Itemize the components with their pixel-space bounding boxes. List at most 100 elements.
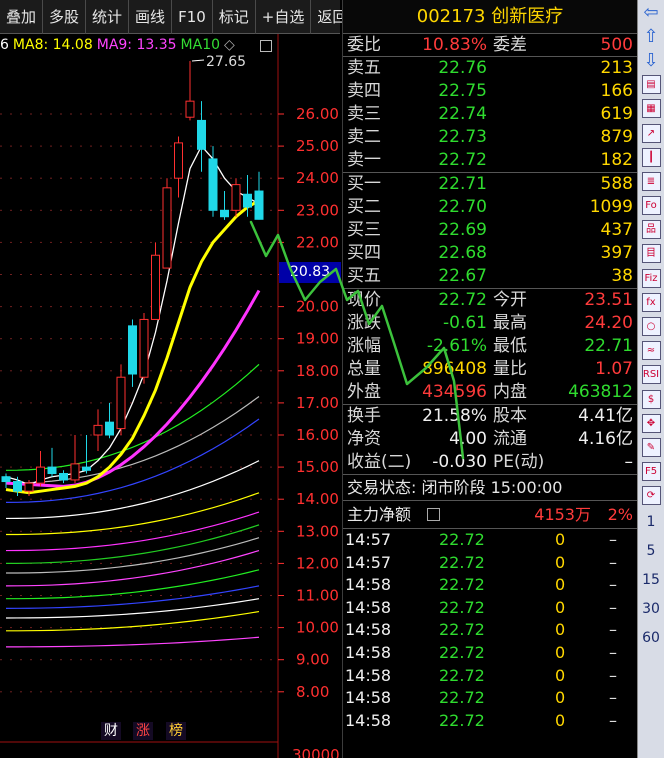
move-icon[interactable]: ✥ xyxy=(638,411,664,435)
tick-list[interactable]: 14:57 22.72 0–14:57 22.72 0–14:58 22.72 0–14:5… xyxy=(343,529,637,732)
tick-direction: – xyxy=(609,597,617,617)
bids-row[interactable]: 买二 22.70 1099 xyxy=(343,196,637,219)
asks-price: 22.75 xyxy=(438,81,487,101)
price-axis-label: 15.00 xyxy=(296,458,339,476)
fundamental-value: 21.58% xyxy=(422,406,487,426)
toolbar-button-3[interactable]: 画线 xyxy=(129,0,173,34)
rsi-icon-glyph: RSI xyxy=(641,365,661,385)
committee-diff-value: 500 xyxy=(600,35,633,55)
candle xyxy=(231,184,241,211)
ma-line-slow xyxy=(5,524,260,564)
tick-direction: – xyxy=(609,665,617,685)
ma-legend: 6 MA8: 14.08 MA9: 13.35 MA10 ◇ xyxy=(0,37,278,57)
main-capital-row[interactable]: 主力净额 4153万 2% xyxy=(343,501,637,529)
asks-row[interactable]: 卖二 22.73 879 xyxy=(343,126,637,149)
calendar-icon[interactable]: 目 xyxy=(638,242,664,266)
stat-label: 现价 xyxy=(347,290,381,310)
bids-row[interactable]: 买四 22.68 397 xyxy=(343,242,637,265)
toolbar-button-4[interactable]: F10 xyxy=(172,0,213,34)
f10-icon[interactable]: Fo xyxy=(638,194,664,218)
ma-legend-item-2: MA9: 13.35 xyxy=(96,37,177,53)
fundamental-label: 换手 xyxy=(347,406,381,426)
asks-volume: 213 xyxy=(600,58,633,78)
candle xyxy=(47,466,57,475)
toolbar-button-0[interactable]: 叠加 xyxy=(0,0,44,34)
arrow-down-icon[interactable]: ⇩ xyxy=(638,48,664,72)
tick-time: 14:58 xyxy=(345,620,392,640)
tick-volume: 0 xyxy=(555,530,566,549)
bids-row[interactable]: 买一 22.71 588 xyxy=(343,173,637,196)
event-badge-2[interactable]: 榜 xyxy=(166,722,186,740)
candle xyxy=(197,119,206,150)
candlestick-icon[interactable]: ┃ xyxy=(638,145,664,169)
line-chart-icon[interactable]: ↗ xyxy=(638,121,664,145)
arrow-left-icon[interactable]: ⇦ xyxy=(638,0,664,24)
fundamental-row: 净资 4.00 流通 4.16亿 xyxy=(343,428,637,451)
tick-row: 14:58 22.72 0 – xyxy=(343,642,637,665)
stock-title[interactable]: 002173 创新医疗 xyxy=(343,0,637,34)
price-stats: 现价 22.72 今开 23.51 涨跌 -0.61 最高 24.20 涨幅 -2.61% 最低 22… xyxy=(343,289,637,405)
report-icon[interactable]: ▤ xyxy=(638,73,664,97)
tick-direction: – xyxy=(609,575,617,595)
fiz-icon[interactable]: Fiz xyxy=(638,266,664,290)
grid-icon[interactable]: ▦ xyxy=(638,97,664,121)
pencil-icon[interactable]: ✎ xyxy=(638,435,664,459)
candle xyxy=(185,100,195,118)
asks-row[interactable]: 卖一 22.72 182 xyxy=(343,149,637,172)
ma-line-0 xyxy=(5,144,260,486)
candle xyxy=(243,193,252,208)
toolbar-button-1[interactable]: 多股 xyxy=(43,0,87,34)
kline-chart[interactable]: 26.0025.0024.0023.0022.0021.0020.0019.00… xyxy=(0,34,342,758)
period-button-5[interactable]: 5 xyxy=(638,537,664,566)
event-badge-1[interactable]: 涨 xyxy=(133,722,153,740)
toolbar-button-2[interactable]: 统计 xyxy=(86,0,130,34)
tree-icon[interactable]: 品 xyxy=(638,218,664,242)
candle xyxy=(13,481,22,492)
asks-row[interactable]: 卖五 22.76 213 xyxy=(343,57,637,80)
fundamental-label: 股本 xyxy=(493,406,527,426)
bids-row[interactable]: 买五 22.67 38 xyxy=(343,265,637,288)
period-button-15[interactable]: 15 xyxy=(638,566,664,595)
toolbar-button-6[interactable]: +自选 xyxy=(256,0,312,34)
candle xyxy=(139,318,149,378)
bids-row[interactable]: 买三 22.69 437 xyxy=(343,219,637,242)
tick-direction: – xyxy=(609,688,617,708)
legend-toggle-icon[interactable]: ◇ xyxy=(224,37,235,53)
arrow-up-icon[interactable]: ⇧ xyxy=(638,24,664,48)
bids-price: 22.67 xyxy=(438,266,487,286)
stat-value: -0.61 xyxy=(443,313,487,333)
period-button-1[interactable]: 1 xyxy=(638,508,664,537)
fundamental-value: – xyxy=(624,452,634,472)
circle-icon[interactable]: ○ xyxy=(638,314,664,338)
tick-price: 22.72 xyxy=(439,688,485,708)
list-icon[interactable]: ≣ xyxy=(638,169,664,193)
asks-row[interactable]: 卖四 22.75 166 xyxy=(343,80,637,103)
money-icon[interactable]: $ xyxy=(638,387,664,411)
price-axis-label: 19.00 xyxy=(296,330,339,348)
period-button-30[interactable]: 30 xyxy=(638,595,664,624)
toolbar-button-5[interactable]: 标记 xyxy=(213,0,256,34)
formula-icon[interactable]: fx xyxy=(638,290,664,314)
asks-row[interactable]: 卖三 22.74 619 xyxy=(343,103,637,126)
refresh-icon[interactable]: ⟳ xyxy=(638,484,664,508)
asks-volume: 166 xyxy=(600,81,633,101)
fundamental-value: 4.00 xyxy=(449,429,487,449)
ma-legend-item-1: MA8: 14.08 xyxy=(12,37,93,53)
candle xyxy=(220,209,229,218)
report-icon-glyph: ▤ xyxy=(641,75,661,95)
tick-volume: 0 xyxy=(555,552,566,572)
committee-diff-label: 委差 xyxy=(493,35,527,55)
fiz-icon-glyph: Fiz xyxy=(641,268,661,288)
panel-toggle-icon[interactable] xyxy=(260,40,272,52)
f5-icon[interactable]: F5 xyxy=(638,460,664,484)
wave-icon[interactable]: ≈ xyxy=(638,339,664,363)
asks-volume: 182 xyxy=(600,150,633,170)
candle xyxy=(24,482,34,492)
candle xyxy=(174,142,183,179)
grid-icon-glyph: ▦ xyxy=(641,99,661,119)
tick-price: 22.72 xyxy=(439,642,485,662)
period-button-60[interactable]: 60 xyxy=(638,624,664,653)
rsi-icon[interactable]: RSI xyxy=(638,363,664,387)
event-badge-0[interactable]: 财 xyxy=(101,722,121,740)
list-icon[interactable] xyxy=(427,508,440,521)
